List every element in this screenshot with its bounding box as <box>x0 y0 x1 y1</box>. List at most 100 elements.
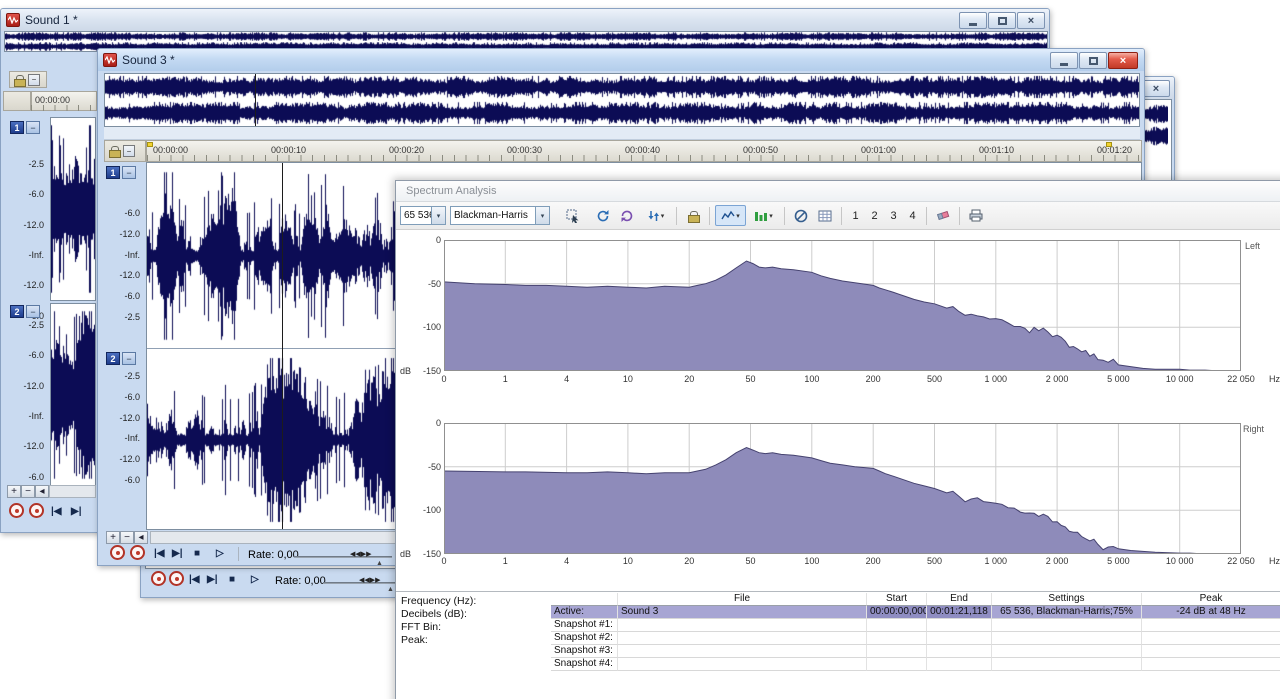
ruler-options-button[interactable]: − <box>28 73 40 86</box>
horizontal-scrollbar[interactable] <box>49 485 96 498</box>
channel-2-minimize-button[interactable]: − <box>26 305 40 318</box>
fft-window-select[interactable]: Blackman-Harris ▾ <box>450 206 550 225</box>
close-button[interactable]: × <box>1108 52 1138 69</box>
timeline-ruler[interactable]: 00:00:00 00:00:10 00:00:20 00:00:30 00:00:40… <box>146 140 1142 162</box>
minimize-button[interactable] <box>1050 52 1078 69</box>
snapshot-button-1[interactable]: 1 <box>847 205 864 226</box>
x-axis-tick-label: 10 <box>622 374 633 384</box>
titlebar[interactable]: Spectrum Analysis <box>396 181 1280 202</box>
channel-1-badge[interactable]: 1 <box>106 166 120 179</box>
loop-start-marker[interactable] <box>147 142 153 147</box>
stop-button[interactable]: ■ <box>229 574 235 585</box>
table-row-snapshot1[interactable]: Snapshot #1: <box>551 619 1280 632</box>
stop-button[interactable]: ■ <box>194 548 200 559</box>
scroll-left-button[interactable]: ◂ <box>134 531 148 544</box>
y-axis-tick-label: 0 <box>435 418 441 428</box>
waveform-ch2-panel[interactable] <box>50 303 96 487</box>
table-row-active[interactable]: Active: Sound 3 00:00:00,000 00:01:21,11… <box>551 606 1280 619</box>
minimize-button[interactable] <box>959 12 987 29</box>
go-to-start-button[interactable]: |◀ <box>154 548 165 559</box>
channel-1-minimize-button[interactable]: − <box>122 166 136 179</box>
x-axis-tick-label: 1 <box>502 556 508 566</box>
x-axis-tick-label: 100 <box>804 556 820 566</box>
go-to-start-button[interactable]: |◀ <box>51 506 62 517</box>
rate-slider[interactable] <box>294 556 392 558</box>
cell-peak: -24 dB at 48 Hz <box>1142 606 1280 619</box>
y-axis-unit: dB <box>400 366 412 376</box>
go-to-start-button[interactable]: |◀ <box>189 574 200 585</box>
ruler-time-label: 00:00:10 <box>271 145 307 155</box>
zoom-in-button[interactable]: + <box>7 485 21 498</box>
channel-1-badge[interactable]: 1 <box>10 121 24 134</box>
rate-slider-thumb[interactable]: ◀◀▶▶ <box>350 550 372 558</box>
table-row-snapshot2[interactable]: Snapshot #2: <box>551 632 1280 645</box>
scroll-left-button[interactable]: ◂ <box>35 485 49 498</box>
close-button[interactable]: × <box>1142 80 1170 97</box>
update-mode-dropdown[interactable]: ▾ <box>640 205 671 226</box>
clear-snapshots-button[interactable] <box>932 205 954 226</box>
table-row-snapshot4[interactable]: Snapshot #4: <box>551 658 1280 671</box>
selection-tool-button[interactable] <box>562 205 584 226</box>
refresh-button[interactable] <box>592 205 614 226</box>
line-chart-icon <box>721 210 735 219</box>
x-axis-tick-label: 1 <box>502 374 508 384</box>
edit-cursor[interactable] <box>282 163 283 529</box>
table-row-snapshot3[interactable]: Snapshot #3: <box>551 645 1280 658</box>
ruler-time-label: 00:00:20 <box>389 145 425 155</box>
loop-end-marker[interactable] <box>1106 142 1112 147</box>
record-button[interactable] <box>110 545 125 560</box>
spectrum-plot-left[interactable] <box>443 240 1242 372</box>
window-title: Sound 3 * <box>122 53 175 67</box>
titlebar[interactable]: Sound 3 * × <box>98 49 1144 71</box>
channel-2-minimize-button[interactable]: − <box>122 352 136 365</box>
db-scale-label: -12.0 <box>23 441 44 452</box>
marker-bar[interactable] <box>104 127 1140 140</box>
toolbar-separator <box>959 206 960 225</box>
waveform-ch1-panel[interactable] <box>50 117 96 301</box>
chevron-down-icon: ▾ <box>660 212 665 220</box>
record-arm-button[interactable] <box>29 503 44 518</box>
header-file: File <box>618 593 867 606</box>
db-scale-label: -Inf. <box>124 433 140 444</box>
snapshot-button-4[interactable]: 4 <box>904 205 921 226</box>
record-button[interactable] <box>9 503 24 518</box>
zoom-in-button[interactable]: + <box>106 531 120 544</box>
x-axis-tick-label: 50 <box>745 556 756 566</box>
fft-size-select[interactable]: 65 536 ▾ <box>400 206 446 225</box>
lock-icon <box>109 146 121 158</box>
ruler-lock-box[interactable]: − <box>9 71 47 88</box>
channel-2-badge[interactable]: 2 <box>106 352 120 365</box>
overview-waveform-panel[interactable] <box>104 73 1140 127</box>
titlebar[interactable]: Sound 1 * × <box>1 9 1049 31</box>
record-button[interactable] <box>151 571 166 586</box>
lock-button[interactable] <box>682 205 704 226</box>
grid-view-button[interactable] <box>814 205 836 226</box>
refresh-all-button[interactable] <box>616 205 638 226</box>
ruler-lock-box[interactable]: − <box>104 140 146 162</box>
play-button[interactable]: ▷ <box>251 574 259 585</box>
zoom-out-button[interactable]: − <box>120 531 134 544</box>
go-to-end-button[interactable]: ▶| <box>207 574 218 585</box>
print-button[interactable] <box>965 205 987 226</box>
snapshot-button-2[interactable]: 2 <box>866 205 883 226</box>
ruler-options-button[interactable]: − <box>123 145 135 157</box>
channel-1-minimize-button[interactable]: − <box>26 121 40 134</box>
maximize-button[interactable] <box>988 12 1016 29</box>
hold-off-button[interactable] <box>790 205 812 226</box>
playback-cursor[interactable] <box>255 74 256 126</box>
go-to-end-button[interactable]: ▶| <box>71 506 82 517</box>
close-button[interactable]: × <box>1017 12 1045 29</box>
record-arm-button[interactable] <box>169 571 184 586</box>
maximize-button[interactable] <box>1079 52 1107 69</box>
record-arm-button[interactable] <box>130 545 145 560</box>
play-button[interactable]: ▷ <box>216 548 224 559</box>
snapshot-button-3[interactable]: 3 <box>885 205 902 226</box>
go-to-end-button[interactable]: ▶| <box>172 548 183 559</box>
channel-2-badge[interactable]: 2 <box>10 305 24 318</box>
bar-graph-mode-dropdown[interactable]: ▾ <box>748 205 779 226</box>
ruler-time-label: 00:00:00 <box>153 145 189 155</box>
line-graph-mode-dropdown[interactable]: ▾ <box>715 205 746 226</box>
spectrum-plot-right[interactable] <box>443 423 1242 555</box>
rate-slider-thumb[interactable]: ◀◀▶▶ <box>359 576 381 584</box>
zoom-out-button[interactable]: − <box>21 485 35 498</box>
